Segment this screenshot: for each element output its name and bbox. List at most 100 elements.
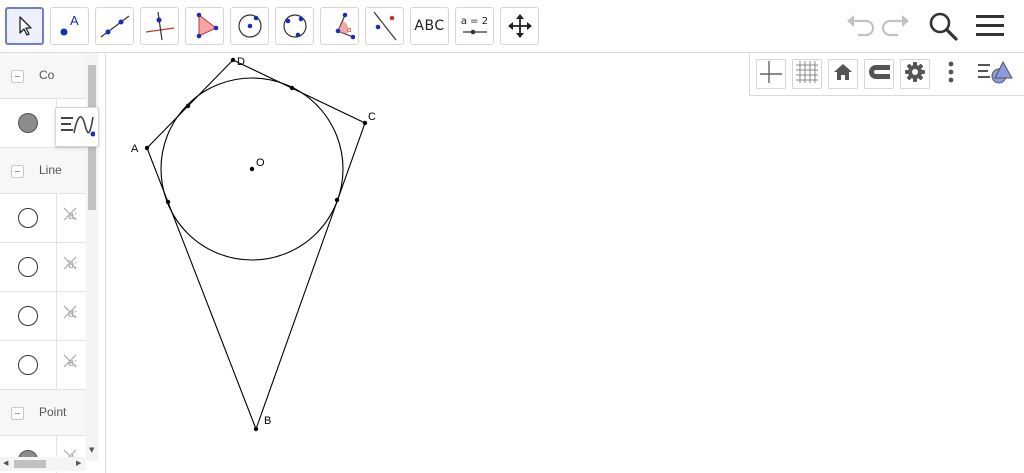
point-capturing-button[interactable] <box>864 59 894 89</box>
group-label: Line <box>39 163 62 177</box>
delete-icon[interactable] <box>62 304 78 320</box>
home-icon <box>832 61 854 87</box>
label-B: B <box>264 415 271 427</box>
algebra-group-header-point[interactable]: Point <box>0 390 86 436</box>
style-bar-icon <box>977 59 1013 89</box>
graphics-style-bar <box>749 53 1024 96</box>
visibility-marble-icon[interactable] <box>18 113 38 133</box>
geogebra-app: A α ABC a = 2 Co Line Point ▼ ◀ ▶ A B C … <box>0 0 1024 473</box>
point-tool-button[interactable]: A <box>50 7 89 45</box>
axes-toggle-button[interactable] <box>756 59 786 89</box>
polygon-tool-button[interactable] <box>185 7 224 45</box>
angle-tool-button[interactable]: α <box>320 7 359 45</box>
perpendicular-line-icon <box>144 10 176 42</box>
visibility-marble-icon[interactable] <box>18 306 38 326</box>
algebra-style-button[interactable] <box>55 107 99 147</box>
tangent-point-CB[interactable] <box>334 197 340 203</box>
toggle-style-bar-button[interactable] <box>977 59 1013 89</box>
label-D: D <box>237 56 245 68</box>
slider-tool-label: a = 2 <box>460 16 489 27</box>
visibility-marble-icon[interactable] <box>18 355 38 375</box>
algebra-row-d[interactable]: d: <box>0 292 86 341</box>
delete-icon[interactable] <box>62 255 78 271</box>
circle-center-point-tool-button[interactable] <box>230 7 269 45</box>
redo-icon <box>881 15 912 44</box>
point-icon: A <box>55 11 85 41</box>
slider-tool-button[interactable]: a = 2 <box>455 7 494 45</box>
undo-button[interactable] <box>844 12 875 44</box>
group-label: Point <box>39 405 67 419</box>
search-icon <box>927 12 959 46</box>
grid-toggle-button[interactable] <box>792 59 822 89</box>
gear-icon <box>904 61 926 87</box>
row-divider <box>56 194 57 242</box>
scroll-right-arrow-icon[interactable]: ▶ <box>76 459 81 467</box>
magnet-icon <box>866 61 892 87</box>
graphics-settings-button[interactable] <box>900 59 930 89</box>
point-A[interactable] <box>144 145 150 151</box>
label-C: C <box>368 111 376 123</box>
move-tool-button[interactable] <box>5 7 44 45</box>
main-toolbar: A α ABC a = 2 <box>0 0 1024 53</box>
redo-button[interactable] <box>881 12 912 44</box>
algebra-style-icon <box>59 111 96 143</box>
perpendicular-line-tool-button[interactable] <box>140 7 179 45</box>
svg-text:A: A <box>70 13 79 28</box>
point-C[interactable] <box>362 120 368 126</box>
move-graphics-view-tool-button[interactable] <box>500 7 539 45</box>
grid-icon <box>795 60 819 88</box>
circle-three-points-icon <box>280 11 310 41</box>
slider-icon <box>461 28 489 36</box>
vertical-dots-icon <box>947 60 955 88</box>
line-through-two-points-icon <box>99 11 131 41</box>
search-button[interactable] <box>927 10 959 46</box>
delete-icon[interactable] <box>62 353 78 369</box>
algebra-horizontal-scrollbar[interactable]: ◀ ▶ <box>0 457 86 471</box>
row-divider <box>56 292 57 340</box>
main-menu-button[interactable] <box>974 10 1006 46</box>
tangent-point-BA[interactable] <box>165 199 171 205</box>
point-B[interactable] <box>253 426 259 432</box>
scroll-down-arrow-icon[interactable]: ▼ <box>89 446 94 454</box>
delete-icon[interactable] <box>62 206 78 222</box>
algebra-row-a[interactable]: a: <box>0 194 86 243</box>
move-arrows-icon <box>507 13 533 39</box>
angle-icon: α <box>325 11 355 41</box>
algebra-group-header-conic[interactable]: Co <box>0 53 86 99</box>
reflect-icon <box>370 10 400 42</box>
algebra-view[interactable]: Co c: Line a: b: <box>0 53 106 473</box>
visibility-marble-icon[interactable] <box>18 257 38 277</box>
collapse-toggle-icon[interactable] <box>11 70 24 83</box>
circle-three-points-tool-button[interactable] <box>275 7 314 45</box>
algebra-row-e[interactable]: e: <box>0 341 86 390</box>
more-options-button[interactable] <box>936 59 966 89</box>
line-tool-button[interactable] <box>95 7 134 45</box>
row-divider <box>56 341 57 389</box>
tangent-point-AD[interactable] <box>185 103 191 109</box>
svg-text:α: α <box>347 26 352 34</box>
hamburger-menu-icon <box>974 15 1006 46</box>
text-tool-label: ABC <box>414 18 445 34</box>
segment-AD[interactable] <box>146 59 234 149</box>
construction-canvas[interactable]: A B C D O <box>107 53 1024 473</box>
standard-view-button[interactable] <box>828 59 858 89</box>
reflect-about-line-tool-button[interactable] <box>365 7 404 45</box>
algebra-group-header-line[interactable]: Line <box>0 148 86 194</box>
row-divider <box>56 243 57 291</box>
algebra-row-b[interactable]: b: <box>0 243 86 292</box>
collapse-toggle-icon[interactable] <box>11 407 24 420</box>
visibility-marble-icon[interactable] <box>18 208 38 228</box>
graphics-view[interactable]: A B C D O <box>107 53 1024 473</box>
scrollbar-thumb[interactable] <box>14 460 46 468</box>
text-tool-button[interactable]: ABC <box>410 7 449 45</box>
undo-icon <box>844 15 875 44</box>
point-O[interactable] <box>249 166 255 172</box>
point-D[interactable] <box>230 57 236 63</box>
collapse-toggle-icon[interactable] <box>11 165 24 178</box>
scroll-left-arrow-icon[interactable]: ◀ <box>3 459 8 467</box>
circle-center-point-icon <box>235 11 265 41</box>
segment-CB[interactable] <box>255 122 366 430</box>
axes-icon <box>759 60 783 88</box>
arrow-pointer-icon <box>15 15 35 37</box>
tangent-point-DC[interactable] <box>289 85 295 91</box>
